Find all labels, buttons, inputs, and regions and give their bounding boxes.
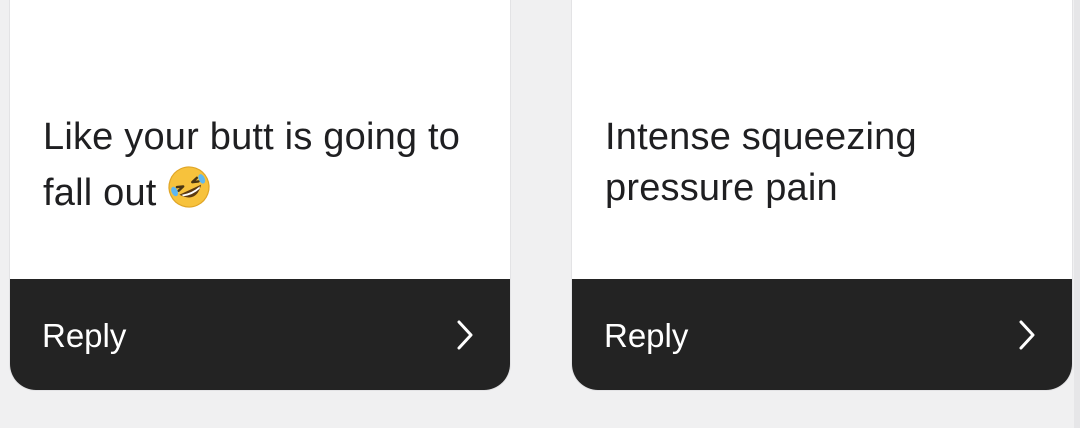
reply-label-2: Reply: [604, 317, 689, 354]
card-1-text-container: Like your butt is going to fall out: [43, 112, 480, 219]
next-card-edge: [1074, 0, 1080, 428]
card-1-body: Like your butt is going to fall out: [10, 0, 510, 279]
reply-button-1[interactable]: Reply: [10, 279, 510, 390]
reply-button-2[interactable]: Reply: [572, 279, 1072, 390]
reply-card-1: Like your butt is going to fall out Repl…: [10, 0, 510, 390]
rolling-on-floor-laughing-emoji-icon: [165, 163, 213, 211]
story-reply-cards: Like your butt is going to fall out Repl…: [0, 0, 1080, 428]
card-1-text: Like your butt is going to fall out: [43, 116, 461, 214]
chevron-right-icon: [1018, 319, 1036, 351]
card-2-body: Intense squeezing pressure pain: [572, 0, 1072, 279]
card-2-text: Intense squeezing pressure pain: [605, 116, 917, 209]
chevron-right-icon: [456, 319, 474, 351]
reply-card-2: Intense squeezing pressure pain Reply: [572, 0, 1072, 390]
reply-label-1: Reply: [42, 317, 127, 354]
